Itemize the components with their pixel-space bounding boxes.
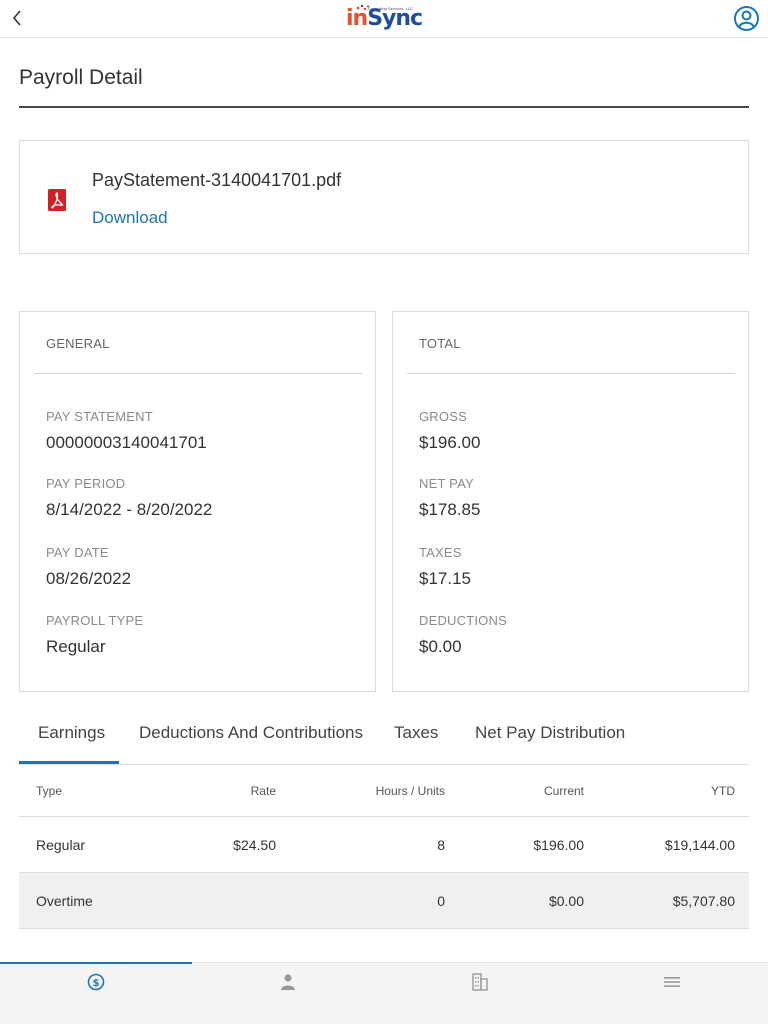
cell-ytd: $5,707.80 <box>672 892 735 909</box>
tab-earnings[interactable]: Earnings <box>38 723 105 743</box>
cell-current: $0.00 <box>548 892 584 909</box>
nav-profile[interactable] <box>192 963 384 1001</box>
nav-pay[interactable]: $ <box>0 963 192 1001</box>
logo-word-in: in <box>346 6 368 31</box>
svg-text:$: $ <box>93 978 100 989</box>
pay-date-label: PAY DATE <box>46 545 109 560</box>
total-heading: TOTAL <box>419 336 461 351</box>
cell-type: Overtime <box>36 892 93 909</box>
earnings-table: Type Rate Hours / Units Current YTD Regu… <box>19 765 749 929</box>
general-divider <box>34 373 362 374</box>
person-icon <box>281 974 295 990</box>
bottom-navigation: $ <box>0 962 768 1024</box>
pay-statement-label: PAY STATEMENT <box>46 409 153 424</box>
pay-period-label: PAY PERIOD <box>46 476 126 491</box>
back-button[interactable] <box>6 5 28 31</box>
insync-logo: Consulting Services, LLC inSync <box>342 3 423 33</box>
user-circle-icon <box>734 6 759 31</box>
title-divider <box>19 106 749 108</box>
profile-button[interactable] <box>733 5 760 32</box>
pay-statement-value: 00000003140041701 <box>46 433 207 452</box>
column-header-rate: Rate <box>250 783 276 798</box>
payroll-type-label: PAYROLL TYPE <box>46 613 144 628</box>
cell-hours: 8 <box>437 836 445 853</box>
column-header-hours: Hours / Units <box>375 783 445 798</box>
chevron-left-icon <box>12 10 21 26</box>
logo-wordmark: inSync <box>346 6 423 32</box>
active-tab-indicator <box>19 761 119 764</box>
nav-company[interactable] <box>384 963 576 1001</box>
taxes-value: $17.15 <box>419 569 471 588</box>
building-icon <box>472 973 488 991</box>
page-title: Payroll Detail <box>19 66 143 89</box>
gross-label: GROSS <box>419 409 467 424</box>
deductions-value: $0.00 <box>419 637 462 656</box>
column-header-type: Type <box>36 783 63 798</box>
pdf-icon <box>48 189 66 211</box>
tab-net-pay-distribution[interactable]: Net Pay Distribution <box>475 723 625 743</box>
menu-icon <box>664 977 680 987</box>
general-card: GENERAL PAY STATEMENT 00000003140041701 … <box>19 311 376 692</box>
taxes-label: TAXES <box>419 545 462 560</box>
top-bar: Consulting Services, LLC inSync <box>0 0 768 38</box>
pay-period-value: 8/14/2022 - 8/20/2022 <box>46 500 213 519</box>
cell-current: $196.00 <box>533 836 584 853</box>
pay-date-value: 08/26/2022 <box>46 569 132 588</box>
download-link[interactable]: Download <box>92 208 168 228</box>
payroll-type-value: Regular <box>46 637 106 656</box>
tab-taxes[interactable]: Taxes <box>394 723 438 743</box>
deductions-label: DEDUCTIONS <box>419 613 507 628</box>
cell-hours: 0 <box>437 892 445 909</box>
table-row: Overtime 0 $0.00 $5,707.80 <box>19 873 749 929</box>
net-pay-label: NET PAY <box>419 476 474 491</box>
cell-type: Regular <box>36 836 86 853</box>
table-row: Regular $24.50 8 $196.00 $19,144.00 <box>19 817 749 873</box>
column-header-current: Current <box>543 783 584 798</box>
cell-ytd: $19,144.00 <box>664 836 735 853</box>
gross-value: $196.00 <box>419 433 481 452</box>
payroll-tabs: Earnings Deductions And Contributions Ta… <box>19 713 749 765</box>
column-header-ytd: YTD <box>711 783 735 798</box>
pay-statement-file-card: PayStatement-3140041701.pdf Download <box>19 140 749 254</box>
cell-rate: $24.50 <box>233 836 276 853</box>
dollar-circle-icon: $ <box>87 973 105 991</box>
tab-deductions-and-contributions[interactable]: Deductions And Contributions <box>139 723 363 743</box>
net-pay-value: $178.85 <box>419 500 481 519</box>
logo-word-sync: Sync <box>367 6 423 31</box>
general-heading: GENERAL <box>46 336 110 351</box>
total-card: TOTAL GROSS $196.00 NET PAY $178.85 TAXE… <box>392 311 749 692</box>
file-name: PayStatement-3140041701.pdf <box>92 170 342 190</box>
table-header-row: Type Rate Hours / Units Current YTD <box>19 765 749 817</box>
total-divider <box>407 373 735 374</box>
nav-menu[interactable] <box>576 963 768 1001</box>
